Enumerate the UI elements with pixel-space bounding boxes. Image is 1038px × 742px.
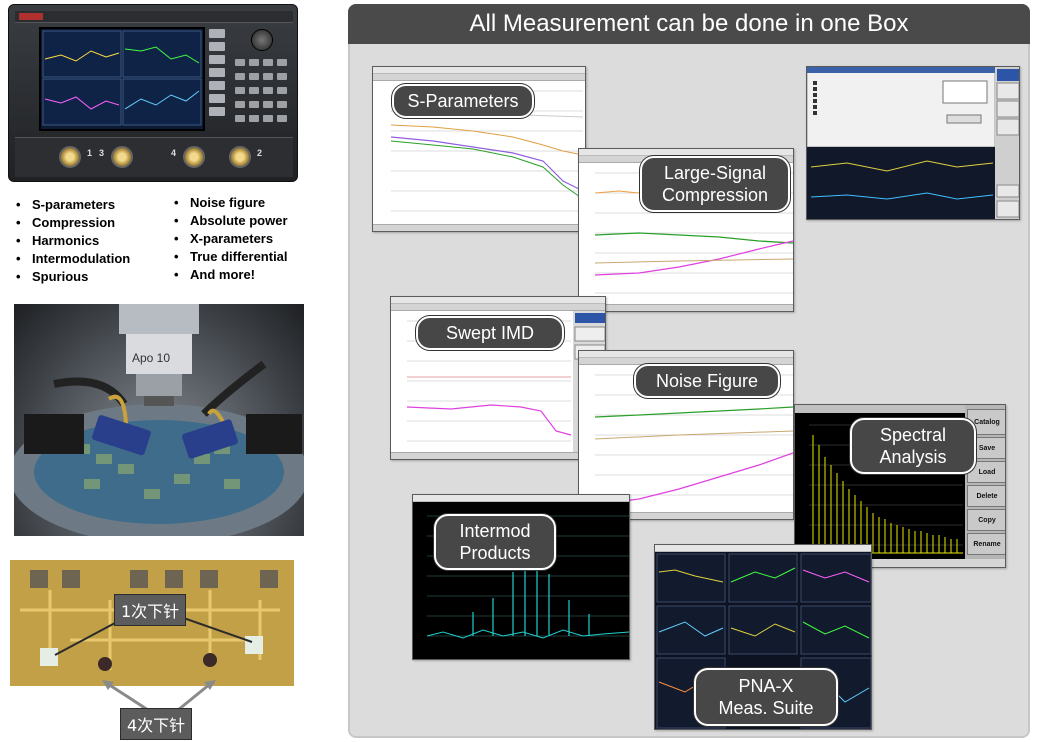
instrument-port-panel: 1 3 4 2 bbox=[15, 137, 293, 177]
port-connector-1 bbox=[59, 146, 81, 168]
callout-intermod-line1: Intermod bbox=[459, 521, 531, 541]
feature-item: Spurious bbox=[14, 268, 130, 286]
callout-large-signal-line1: Large-Signal bbox=[663, 163, 767, 183]
instrument-softkeys bbox=[209, 29, 227, 129]
port-connector-2 bbox=[229, 146, 251, 168]
callout-intermod: Intermod Products bbox=[434, 514, 556, 570]
network-analyzer-photo: 1 3 4 2 bbox=[8, 4, 298, 182]
calibration-wizard-illustration bbox=[807, 67, 1019, 219]
instrument-screen-traces bbox=[42, 30, 202, 126]
port-label-2: 2 bbox=[257, 148, 263, 158]
side-menu-copy[interactable]: Copy bbox=[967, 509, 1005, 531]
callout-swept-imd: Swept IMD bbox=[416, 316, 564, 350]
callout-pna-x-line1: PNA-X bbox=[738, 676, 794, 696]
feature-item: And more! bbox=[172, 266, 288, 284]
callout-intermod-line2: Products bbox=[459, 543, 531, 563]
brand-logo bbox=[19, 13, 43, 20]
panel-title: All Measurement can be done in one Box bbox=[348, 4, 1030, 44]
callout-large-signal-line2: Compression bbox=[661, 185, 769, 205]
feature-item: X-parameters bbox=[172, 230, 288, 248]
svg-text:Apo 10: Apo 10 bbox=[132, 351, 170, 365]
instrument-keypad bbox=[233, 27, 295, 131]
feature-item: S-parameters bbox=[14, 196, 130, 214]
feature-item: True differential bbox=[172, 248, 288, 266]
callout-pna-x: PNA-X Meas. Suite bbox=[694, 668, 838, 726]
instrument-top-strip bbox=[15, 11, 293, 23]
feature-item: Harmonics bbox=[14, 232, 130, 250]
port-connector-4 bbox=[183, 146, 205, 168]
calibration-wizard-screenshot bbox=[806, 66, 1020, 220]
feature-list-left: S-parameters Compression Harmonics Inter… bbox=[14, 196, 130, 286]
chip-label-single-probe: 1次下针 bbox=[114, 594, 187, 626]
feature-item: Noise figure bbox=[172, 194, 288, 212]
feature-item: Compression bbox=[14, 214, 130, 232]
probe-station-illustration: Apo 10 bbox=[14, 304, 304, 536]
port-label-3: 3 bbox=[99, 148, 105, 158]
feature-item: Absolute power bbox=[172, 212, 288, 230]
side-menu-rename[interactable]: Rename bbox=[967, 533, 1005, 555]
side-menu-delete[interactable]: Delete bbox=[967, 485, 1005, 507]
port-connector-3 bbox=[111, 146, 133, 168]
instrument-screen bbox=[39, 27, 205, 131]
callout-large-signal: Large-Signal Compression bbox=[640, 156, 790, 212]
callout-spectral-line1: Spectral bbox=[879, 425, 947, 445]
feature-list-right: Noise figure Absolute power X-parameters… bbox=[172, 194, 288, 284]
callout-spectral-line2: Analysis bbox=[879, 447, 947, 467]
feature-item: Intermodulation bbox=[14, 250, 130, 268]
rotary-knob bbox=[251, 29, 273, 51]
port-label-1: 1 bbox=[87, 148, 93, 158]
callout-spectral: Spectral Analysis bbox=[850, 418, 976, 474]
callout-pna-x-line2: Meas. Suite bbox=[718, 698, 814, 718]
chip-label-four-probes: 4次下针 bbox=[120, 708, 193, 740]
callout-s-parameters: S-Parameters bbox=[392, 84, 534, 118]
port-label-4: 4 bbox=[171, 148, 177, 158]
probe-station-photo: Apo 10 bbox=[14, 304, 304, 536]
callout-noise-figure: Noise Figure bbox=[634, 364, 780, 398]
